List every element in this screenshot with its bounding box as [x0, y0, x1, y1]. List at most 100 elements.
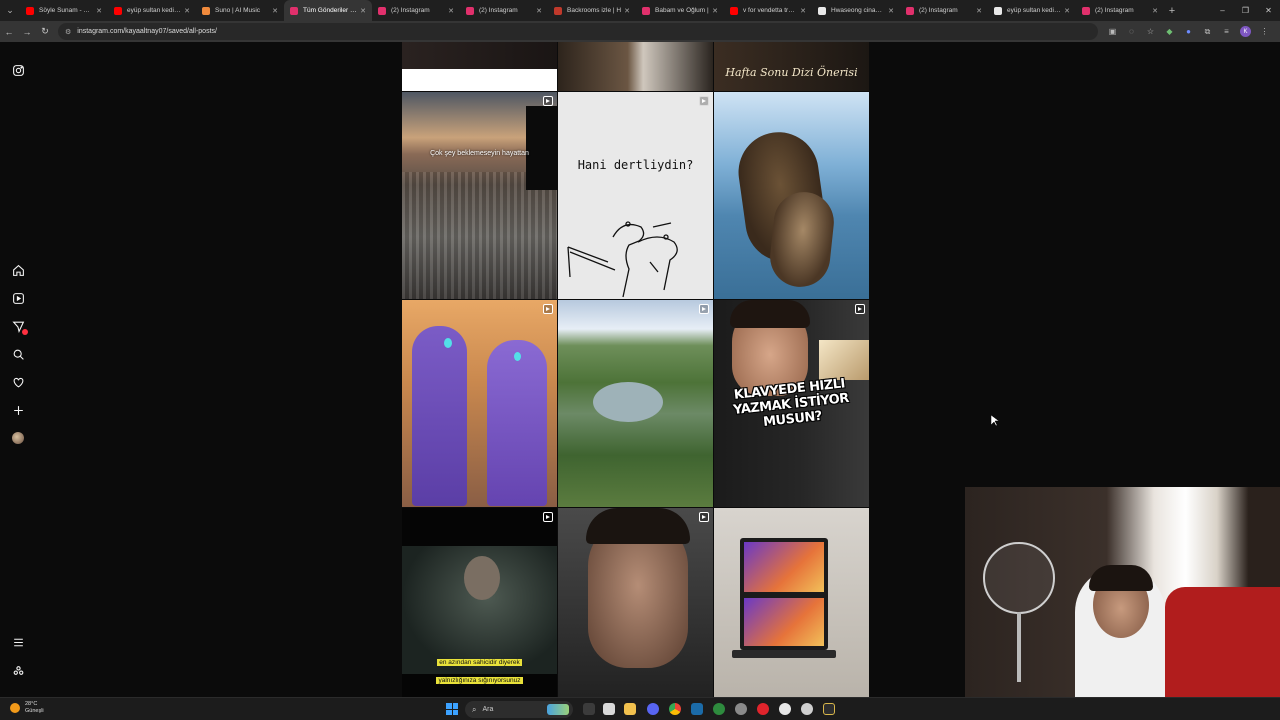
tab-close-icon[interactable]: ✕: [448, 7, 454, 15]
tab-close-icon[interactable]: ✕: [360, 7, 366, 15]
subtitle-line: en azından sahicidir diyerek: [437, 659, 522, 666]
tab-close-icon[interactable]: ✕: [272, 7, 278, 15]
windows-start-icon[interactable]: [446, 703, 458, 715]
tab-favicon-icon: [818, 6, 826, 15]
vpn-icon[interactable]: ●: [1179, 27, 1198, 36]
messages-icon[interactable]: [11, 319, 28, 335]
browser-tab[interactable]: (2) Instagram ✕: [900, 0, 988, 21]
file-explorer-icon[interactable]: [624, 703, 636, 715]
saved-post[interactable]: [714, 508, 869, 697]
tab-close-icon[interactable]: ✕: [888, 7, 894, 15]
tab-favicon-icon: [202, 6, 210, 15]
red-app-icon[interactable]: [757, 703, 769, 715]
tab-close-icon[interactable]: ✕: [712, 7, 718, 15]
tab-favicon-icon: [290, 6, 298, 15]
site-info-icon[interactable]: ⚙: [65, 28, 71, 36]
tab-favicon-icon: [554, 6, 562, 15]
tab-close-icon[interactable]: ✕: [96, 7, 102, 15]
reading-list-icon[interactable]: ≡: [1217, 27, 1236, 36]
xbox-icon[interactable]: [713, 703, 725, 715]
create-plus-icon[interactable]: [11, 403, 25, 417]
app-pin-icon[interactable]: [823, 703, 835, 715]
instagram-logo-icon[interactable]: [11, 63, 25, 77]
extensions-puzzle-icon[interactable]: ⧉: [1198, 27, 1217, 37]
browser-tab[interactable]: Söyle Sunam - YouT ✕: [20, 0, 108, 21]
saved-post[interactable]: Hafta Sonu Dizi Önerisi: [714, 42, 869, 91]
eye-off-icon[interactable]: ◌: [1122, 27, 1141, 36]
saved-post[interactable]: [714, 92, 869, 299]
steam-icon[interactable]: [691, 703, 703, 715]
saved-post[interactable]: en azından sahicidir diyerek yalnızlığın…: [402, 508, 557, 697]
address-bar[interactable]: ⚙ instagram.com/kayaaltnay07/saved/all-p…: [58, 23, 1098, 40]
tab-close-icon[interactable]: ✕: [184, 7, 190, 15]
tab-close-icon[interactable]: ✕: [536, 7, 542, 15]
browser-menu-icon[interactable]: ⋮: [1255, 27, 1274, 36]
tab-favicon-icon: [730, 6, 738, 15]
tab-title: (2) Instagram: [391, 7, 430, 14]
app-icon[interactable]: [801, 703, 813, 715]
reload-icon[interactable]: ↻: [36, 21, 54, 42]
threads-icon[interactable]: [11, 663, 25, 677]
saved-post[interactable]: [558, 300, 713, 507]
new-tab-button[interactable]: +: [1164, 5, 1180, 17]
tab-close-icon[interactable]: ✕: [1152, 7, 1158, 15]
subtitle-block: en azından sahicidir diyerek yalnızlığın…: [402, 651, 557, 687]
weather-widget[interactable]: 28°C Güneşli: [10, 701, 44, 715]
search-icon[interactable]: [11, 347, 25, 361]
address-bar-url: instagram.com/kayaaltnay07/saved/all-pos…: [77, 28, 217, 35]
browser-tab[interactable]: (2) Instagram ✕: [460, 0, 548, 21]
heart-icon[interactable]: [11, 375, 25, 389]
menu-hamburger-icon[interactable]: [11, 635, 25, 649]
extension-icon[interactable]: ◆: [1160, 27, 1179, 36]
browser-tab[interactable]: Babam ve Oğlum | ✕: [636, 0, 724, 21]
tab-title: Söyle Sunam - YouT: [39, 7, 94, 14]
taskbar-search[interactable]: ⌕ Ara: [465, 701, 573, 718]
browser-tab[interactable]: (2) Instagram ✕: [372, 0, 460, 21]
settings-gear-icon[interactable]: [735, 703, 747, 715]
minimize-icon[interactable]: –: [1211, 0, 1234, 21]
tab-close-icon[interactable]: ✕: [800, 7, 806, 15]
tab-close-icon[interactable]: ✕: [1064, 7, 1070, 15]
saved-post[interactable]: [402, 300, 557, 507]
saved-post[interactable]: [558, 508, 713, 697]
reel-icon: [543, 96, 553, 106]
saved-post[interactable]: [402, 42, 557, 91]
chrome-icon[interactable]: [669, 703, 681, 715]
browser-tab[interactable]: eyüp sultan kedi be ✕: [108, 0, 196, 21]
saved-post[interactable]: KLAVYEDE HIZLI YAZMAK İSTİYOR MUSUN?: [714, 300, 869, 507]
toolbar-actions: ▣ ◌ ☆ ◆ ● ⧉ ≡ K ⋮: [1103, 21, 1274, 42]
tab-title: v for vendetta traile: [743, 7, 798, 14]
browser-tab[interactable]: Tüm Gönderiler • In ✕: [284, 0, 372, 21]
browser-tab[interactable]: Hwaseong cinayetl ✕: [812, 0, 900, 21]
back-arrow-icon[interactable]: ←: [0, 21, 18, 42]
browser-tab[interactable]: Backrooms izle | H ✕: [548, 0, 636, 21]
task-view-icon[interactable]: [583, 703, 595, 715]
profile-avatar[interactable]: K: [1240, 26, 1251, 37]
saved-post[interactable]: Hani dertliydin?: [558, 92, 713, 299]
post-caption: Hafta Sonu Dizi Önerisi: [725, 66, 858, 79]
saved-post[interactable]: Çok şey beklemeseyin hayattan: [402, 92, 557, 299]
cast-icon[interactable]: ▣: [1103, 27, 1122, 36]
widgets-icon[interactable]: [603, 703, 615, 715]
bookmark-star-icon[interactable]: ☆: [1141, 27, 1160, 36]
browser-tab[interactable]: (2) Instagram ✕: [1076, 0, 1164, 21]
subtitle-line: yalnızlığınıza sığınıyorsunuz: [436, 677, 523, 684]
profile-avatar-icon[interactable]: [12, 432, 24, 444]
discord-icon[interactable]: [647, 703, 659, 715]
tab-close-icon[interactable]: ✕: [624, 7, 630, 15]
restore-icon[interactable]: ❐: [1234, 0, 1257, 21]
close-window-icon[interactable]: ✕: [1257, 0, 1280, 21]
browser-tab[interactable]: eyüp sultan kedi be ✕: [988, 0, 1076, 21]
obs-icon[interactable]: [779, 703, 791, 715]
home-icon[interactable]: [11, 263, 25, 277]
browser-tab[interactable]: v for vendetta traile ✕: [724, 0, 812, 21]
browser-tab[interactable]: Suno | AI Music ✕: [196, 0, 284, 21]
sun-icon: [10, 703, 20, 713]
tab-search-icon[interactable]: ⌄: [0, 0, 20, 21]
reel-icon: [699, 304, 709, 314]
reels-icon[interactable]: [11, 291, 25, 305]
tab-close-icon[interactable]: ✕: [976, 7, 982, 15]
forward-arrow-icon[interactable]: →: [18, 21, 36, 42]
saved-post[interactable]: [558, 42, 713, 91]
tab-favicon-icon: [906, 6, 914, 15]
